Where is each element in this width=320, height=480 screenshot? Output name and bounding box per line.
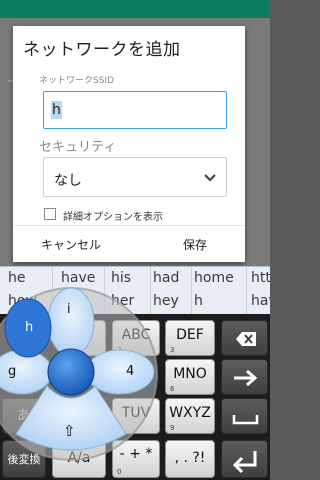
advanced-options-checkbox[interactable] [44,208,56,220]
key-label: あ [17,408,31,424]
key-label: MNO [173,366,207,382]
suggestion-word[interactable]: his [111,270,131,286]
save-button[interactable]: 保存 [183,236,207,253]
key-sub: 9 [170,424,175,432]
key-sub: 0 [117,468,122,476]
suggestion-word[interactable]: his [61,293,81,309]
key-sub: 2 [117,346,122,354]
suggestion-word[interactable]: how [8,293,37,309]
suggestion-word[interactable]: htt [251,270,270,286]
key-case[interactable]: A/a [52,440,106,478]
enter-icon [232,451,257,474]
advanced-options-label[interactable]: 詳細オプションを表示 [63,208,163,223]
key-label: , . ?! [174,450,206,466]
space-icon [232,415,259,425]
key-mno[interactable]: MNO 6 [165,359,215,395]
key-space[interactable] [221,398,268,434]
ssid-label: ネットワークSSID [39,76,115,86]
suggestion-word[interactable]: he [8,270,26,286]
key-label: ABC [121,327,151,343]
suggestion-cell[interactable]: home h [191,267,246,315]
key-def[interactable]: DEF 3 [165,320,215,356]
key-label: @ [77,327,91,343]
security-select[interactable]: なし [43,157,227,197]
add-network-dialog: ネットワークを追加 ネットワークSSID h セキュリティ なし 詳細オプション… [13,26,245,262]
security-value: なし [54,173,82,189]
suggestion-word[interactable]: hey [153,293,179,309]
suggestion-word[interactable]: had [153,270,179,286]
suggestion-cell[interactable]: have his [52,267,104,315]
key-label: A/a [67,450,91,466]
key-at[interactable]: @ [62,320,106,356]
suggestion-word[interactable]: hav [251,293,270,309]
key-tuv[interactable]: TUV 8 [112,398,160,434]
key-label: WXYZ [169,405,211,421]
suggestion-word[interactable]: have [61,270,95,286]
key-sub: 3 [170,346,175,354]
key-kana[interactable]: あ [2,398,46,434]
key-label: DEF [176,327,204,343]
key-convert[interactable]: 後変換 [2,440,46,478]
key-label: TUV [121,405,151,421]
keyboard: @ ABC 2 DEF 3 MNO 6 あ TUV 8 WXYZ 9 後変換 A… [0,314,270,480]
suggestion-cell[interactable]: his her [104,267,150,315]
key-right[interactable] [221,359,268,395]
key-sub: 8 [117,424,122,432]
dialog-divider [13,225,245,226]
screen: ネットワークを追加 ネットワークSSID h セキュリティ なし 詳細オプション… [0,0,270,480]
suggestion-cell[interactable]: htt hav [246,267,270,315]
backspace-icon [236,332,256,346]
key-label: 後変換 [7,453,41,466]
arrow-right-icon [234,369,258,387]
suggestion-word[interactable]: home [194,270,234,286]
key-wxyz[interactable]: WXYZ 9 [165,398,215,434]
key-sub: 6 [170,385,175,393]
key-symbols[interactable]: - + * 0 [112,440,160,478]
suggestion-word[interactable]: her [111,293,134,309]
key-label: - + * [119,446,153,462]
security-label: セキュリティ [39,140,117,155]
chevron-down-icon [204,174,216,182]
ssid-value: h [51,101,62,119]
suggestion-bar: he how have his his her had hey home h h… [0,266,270,315]
status-bar [0,0,270,18]
suggestion-cell[interactable]: had hey [150,267,191,315]
dialog-title: ネットワークを追加 [23,40,181,60]
suggestion-word[interactable]: h [194,293,203,309]
cancel-button[interactable]: キャンセル [41,236,101,253]
key-backspace[interactable] [221,320,268,356]
ssid-input[interactable]: h [43,91,227,129]
suggestion-cell[interactable]: he how [0,267,52,315]
key-enter[interactable] [221,440,268,478]
key-abc[interactable]: ABC 2 [112,320,160,356]
key-punct[interactable]: , . ?! [165,440,215,478]
